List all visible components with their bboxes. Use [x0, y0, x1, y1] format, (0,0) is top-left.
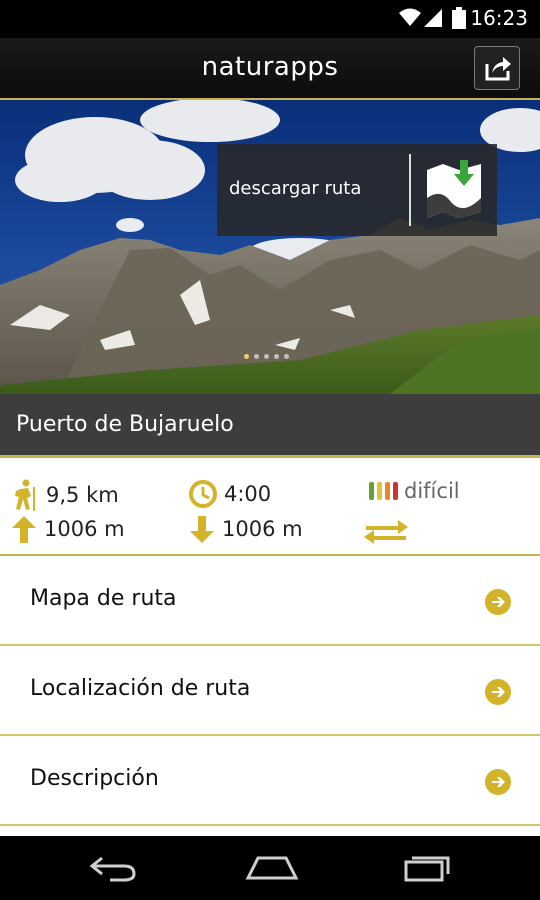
- menu-item-route-location[interactable]: Localización de ruta: [0, 648, 540, 736]
- difficulty-value: difícil: [404, 479, 460, 503]
- duration-value: 4:00: [224, 482, 272, 506]
- route-header: Puerto de Bujaruelo: [0, 394, 540, 458]
- stat-duration: 4:00: [188, 479, 271, 509]
- carousel-dot: [254, 354, 259, 359]
- menu-item-route-map[interactable]: Mapa de ruta: [0, 558, 540, 646]
- distance-value: 9,5 km: [46, 483, 119, 507]
- stat-descent: 1006 m: [188, 514, 303, 544]
- chevron-right-icon: [485, 679, 511, 705]
- menu-item-label: Descripción: [30, 766, 159, 791]
- share-button[interactable]: [474, 46, 520, 90]
- arrow-up-icon: [12, 516, 36, 543]
- download-route-button[interactable]: descargar ruta: [217, 144, 497, 236]
- carousel-dot: [274, 354, 279, 359]
- arrow-down-icon: [190, 516, 214, 543]
- menu-item-description[interactable]: Descripción: [0, 738, 540, 826]
- share-icon: [485, 57, 511, 81]
- status-time: 16:23: [470, 6, 528, 30]
- action-bar: naturapps: [0, 38, 540, 100]
- download-route-label: descargar ruta: [229, 178, 362, 199]
- difficulty-bars-icon: [369, 482, 398, 500]
- carousel-indicator: [244, 354, 289, 359]
- ascent-value: 1006 m: [44, 517, 125, 541]
- status-bar: 16:23: [0, 0, 540, 38]
- route-stats: 9,5 km 1006 m 4:00 1006 m difícil: [0, 461, 540, 556]
- home-icon[interactable]: [244, 850, 300, 884]
- carousel-dot: [264, 354, 269, 359]
- descent-value: 1006 m: [222, 517, 303, 541]
- hiker-icon: [15, 479, 35, 511]
- battery-icon: [452, 7, 466, 29]
- download-map-icon: [427, 160, 481, 218]
- app-title: naturapps: [201, 52, 339, 82]
- carousel-dot: [244, 354, 249, 359]
- recent-apps-icon[interactable]: [402, 850, 454, 884]
- route-photo-carousel[interactable]: descargar ruta: [0, 100, 540, 394]
- clock-icon: [189, 480, 217, 508]
- round-trip-icon: [364, 520, 408, 544]
- signal-icon: [424, 9, 442, 27]
- stat-ascent: 1006 m: [10, 514, 125, 544]
- carousel-dot: [284, 354, 289, 359]
- stat-distance: 9,5 km: [10, 479, 119, 511]
- menu-item-label: Mapa de ruta: [30, 586, 177, 611]
- stat-round-trip: [362, 517, 410, 545]
- system-navigation-bar: [0, 836, 540, 900]
- stat-difficulty: difícil: [368, 479, 460, 503]
- chevron-right-icon: [485, 769, 511, 795]
- divider: [409, 154, 411, 226]
- wifi-icon: [399, 8, 421, 26]
- route-name: Puerto de Bujaruelo: [16, 412, 234, 437]
- menu-item-label: Localización de ruta: [30, 676, 251, 701]
- back-icon[interactable]: [88, 850, 138, 884]
- chevron-right-icon: [485, 589, 511, 615]
